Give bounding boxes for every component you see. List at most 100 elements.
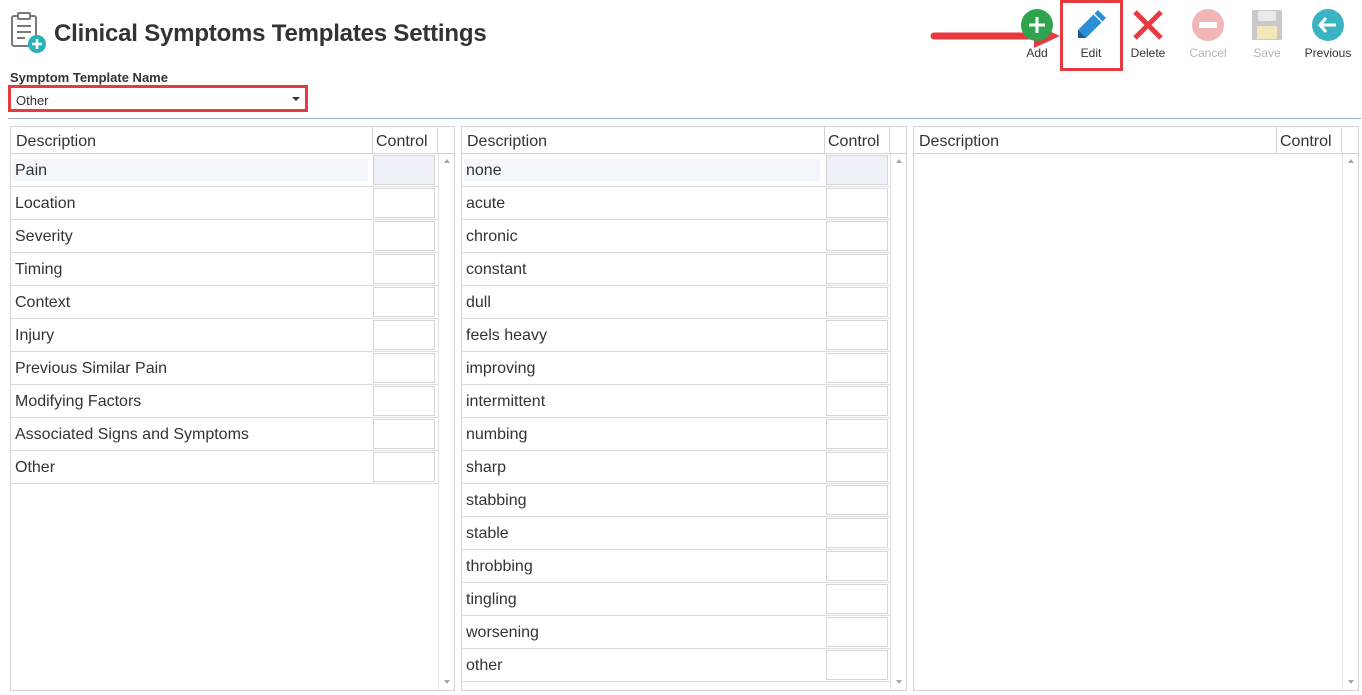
save-button[interactable]: Save [1239, 6, 1295, 66]
row-description: Timing [15, 261, 63, 278]
row-selection-highlight [464, 159, 820, 181]
row-control-cell[interactable] [826, 584, 888, 614]
row-control-cell[interactable] [826, 287, 888, 317]
row-control-cell[interactable] [826, 254, 888, 284]
row-control-cell[interactable] [373, 221, 435, 251]
description-column-header[interactable]: Description [467, 133, 547, 151]
grid-header: Description Control [11, 127, 454, 154]
description-column-header[interactable]: Description [16, 133, 96, 151]
scroll-down-icon[interactable] [896, 680, 902, 684]
scroll-down-icon[interactable] [1348, 680, 1354, 684]
add-label: Add [1026, 46, 1048, 60]
vertical-scrollbar[interactable] [890, 154, 906, 690]
row-control-cell[interactable] [373, 386, 435, 416]
row-control-cell[interactable] [826, 617, 888, 647]
grid-rows: Pain Location Severity Timing Context Injury P… [11, 154, 454, 484]
add-icon [1021, 9, 1053, 41]
previous-label: Previous [1304, 46, 1352, 60]
table-row[interactable]: numbing [462, 418, 906, 451]
table-row[interactable]: worsening [462, 616, 906, 649]
vertical-scrollbar[interactable] [438, 154, 454, 690]
table-row[interactable]: Injury [11, 319, 454, 352]
row-control-cell[interactable] [373, 320, 435, 350]
table-row[interactable]: Pain [11, 154, 454, 187]
row-control-cell[interactable] [826, 650, 888, 680]
control-column-header[interactable]: Control [376, 133, 428, 151]
row-control-cell[interactable] [826, 518, 888, 548]
grid-rows: none acute chronic constant dull feels heavy i… [462, 154, 906, 682]
row-description: Severity [15, 228, 73, 245]
template-name-label: Symptom Template Name [10, 70, 168, 85]
row-control-cell[interactable] [826, 320, 888, 350]
row-description: none [466, 162, 502, 179]
row-description: numbing [466, 426, 528, 443]
row-control-cell[interactable] [826, 551, 888, 581]
row-control-cell[interactable] [826, 485, 888, 515]
table-row[interactable]: sharp [462, 451, 906, 484]
row-description: sharp [466, 459, 507, 476]
template-name-dropdown[interactable]: Other [8, 85, 308, 112]
table-row[interactable]: Associated Signs and Symptoms [11, 418, 454, 451]
table-row[interactable]: Previous Similar Pain [11, 352, 454, 385]
table-row[interactable]: other [462, 649, 906, 682]
table-row[interactable]: stabbing [462, 484, 906, 517]
row-description: Injury [15, 327, 55, 344]
scroll-up-icon[interactable] [896, 159, 902, 163]
control-column-header[interactable]: Control [828, 133, 880, 151]
table-row[interactable]: stable [462, 517, 906, 550]
row-description: acute [466, 195, 506, 212]
row-control-cell[interactable] [373, 155, 435, 185]
scroll-up-icon[interactable] [1348, 159, 1354, 163]
row-control-cell[interactable] [826, 353, 888, 383]
row-description: Location [15, 195, 76, 212]
row-control-cell[interactable] [826, 188, 888, 218]
table-row[interactable]: Modifying Factors [11, 385, 454, 418]
row-control-cell[interactable] [373, 188, 435, 218]
cancel-label: Cancel [1189, 46, 1227, 60]
previous-button[interactable]: Previous [1300, 6, 1356, 66]
table-row[interactable]: dull [462, 286, 906, 319]
row-control-cell[interactable] [826, 452, 888, 482]
row-control-cell[interactable] [826, 386, 888, 416]
cancel-icon [1192, 9, 1224, 41]
row-control-cell[interactable] [826, 155, 888, 185]
delete-button[interactable]: Delete [1120, 6, 1176, 66]
table-row[interactable]: chronic [462, 220, 906, 253]
description-column-header[interactable]: Description [919, 133, 999, 151]
table-row[interactable]: acute [462, 187, 906, 220]
table-row[interactable]: Location [11, 187, 454, 220]
floppy-disk-icon [1252, 10, 1282, 40]
table-row[interactable]: throbbing [462, 550, 906, 583]
table-row[interactable]: none [462, 154, 906, 187]
table-row[interactable]: tingling [462, 583, 906, 616]
row-description: tingling [466, 591, 517, 608]
add-button[interactable]: Add [1009, 6, 1065, 66]
cancel-button[interactable]: Cancel [1180, 6, 1236, 66]
table-row[interactable]: feels heavy [462, 319, 906, 352]
row-control-cell[interactable] [826, 221, 888, 251]
table-row[interactable]: constant [462, 253, 906, 286]
vertical-scrollbar[interactable] [1342, 154, 1358, 690]
table-row[interactable]: Timing [11, 253, 454, 286]
row-control-cell[interactable] [373, 419, 435, 449]
table-row[interactable]: Context [11, 286, 454, 319]
table-row[interactable]: Severity [11, 220, 454, 253]
clipboard-add-icon [11, 12, 46, 53]
row-control-cell[interactable] [373, 287, 435, 317]
table-row[interactable]: Other [11, 451, 454, 484]
row-control-cell[interactable] [373, 452, 435, 482]
row-control-cell[interactable] [373, 353, 435, 383]
row-description: feels heavy [466, 327, 547, 344]
control-column-header[interactable]: Control [1280, 133, 1332, 151]
row-description: Other [15, 459, 56, 476]
divider [8, 118, 1361, 119]
row-description: improving [466, 360, 536, 377]
table-row[interactable]: improving [462, 352, 906, 385]
scroll-up-icon[interactable] [444, 159, 450, 163]
grid-header: Description Control [914, 127, 1358, 154]
row-control-cell[interactable] [826, 419, 888, 449]
row-control-cell[interactable] [373, 254, 435, 284]
scroll-down-icon[interactable] [444, 680, 450, 684]
table-row[interactable]: intermittent [462, 385, 906, 418]
grid-header: Description Control [462, 127, 906, 154]
